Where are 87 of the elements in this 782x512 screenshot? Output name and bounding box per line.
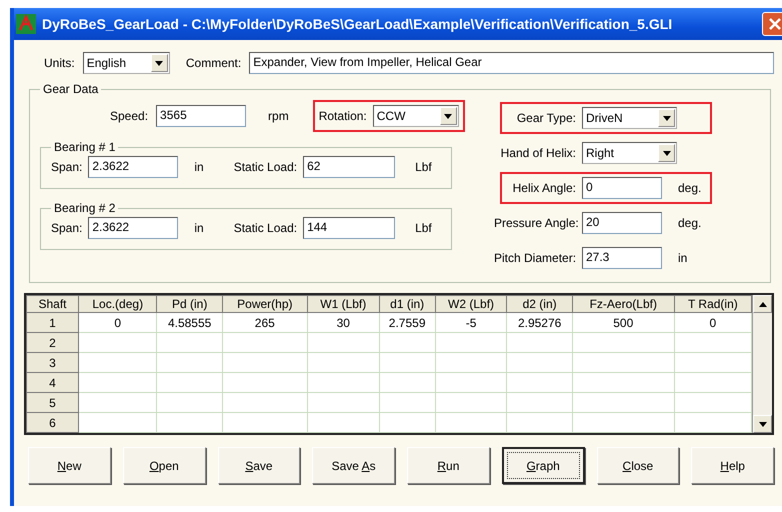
table-cell[interactable]: 500: [572, 312, 674, 332]
dropdown-button[interactable]: [658, 109, 675, 127]
input-field[interactable]: 0: [582, 177, 662, 199]
row-header[interactable]: 3: [26, 352, 78, 372]
action-button[interactable]: Close: [596, 447, 680, 484]
column-header[interactable]: Pd (in): [156, 296, 222, 312]
unit-label: rpm: [268, 109, 289, 123]
field-label: Pitch Diameter:: [494, 251, 576, 265]
span-field[interactable]: 2.3622: [88, 217, 178, 239]
input-field[interactable]: 20: [582, 212, 662, 234]
unit-label: Lbf: [415, 221, 432, 235]
column-header[interactable]: W2 (Lbf): [435, 296, 507, 312]
static-load-field[interactable]: 62: [303, 156, 396, 178]
dropdown-button[interactable]: [440, 107, 457, 125]
field-label: Hand of Helix:: [500, 146, 576, 160]
units-combo[interactable]: English: [82, 52, 170, 74]
unit-label: deg.: [678, 181, 702, 195]
group-title: Bearing # 1: [53, 140, 116, 154]
table-cell[interactable]: 30: [307, 312, 380, 332]
row-header[interactable]: 6: [26, 412, 78, 432]
unit-label: in: [194, 160, 204, 174]
field-label: Rotation:: [318, 109, 367, 123]
app-icon: [16, 14, 36, 34]
group-title: Gear Data: [42, 82, 100, 96]
field-label: Span:: [51, 160, 82, 174]
rotation-combo[interactable]: CCW: [372, 105, 459, 127]
field-label: Static Load:: [234, 160, 298, 174]
column-header[interactable]: Fz-Aero(Lbf): [572, 296, 674, 312]
column-header[interactable]: Power(hp): [222, 296, 308, 312]
row-header[interactable]: 1: [26, 312, 78, 332]
table-cell[interactable]: 2.7559: [379, 312, 436, 332]
unit-label: in: [194, 221, 204, 235]
span-field[interactable]: 2.3622: [88, 156, 178, 178]
action-button[interactable]: Open: [122, 447, 206, 484]
caret-down-icon: [155, 60, 164, 66]
row-header[interactable]: 2: [26, 332, 78, 352]
action-button[interactable]: New: [28, 447, 111, 484]
column-header[interactable]: W1 (Lbf): [307, 296, 380, 312]
column-header[interactable]: d2 (in): [506, 296, 572, 312]
caret-down-icon: [758, 422, 766, 426]
dropdown-field[interactable]: Right: [582, 142, 677, 164]
action-button[interactable]: Help: [691, 447, 774, 484]
column-header[interactable]: Loc.(deg): [78, 296, 157, 312]
static-load-field[interactable]: 144: [303, 217, 396, 239]
table-cell[interactable]: 0: [78, 312, 157, 332]
scroll-up-button[interactable]: [753, 295, 772, 313]
column-header[interactable]: Shaft: [26, 296, 78, 312]
action-button[interactable]: Graph: [502, 447, 584, 484]
table-cell[interactable]: 265: [222, 312, 308, 332]
field-label: Gear Type:: [516, 111, 576, 125]
unit-label: in: [678, 251, 688, 265]
dropdown-field[interactable]: DriveN: [582, 107, 677, 129]
input-field[interactable]: 27.3: [582, 247, 662, 269]
action-button[interactable]: Save As: [312, 447, 395, 484]
field-label: Speed:: [110, 109, 148, 123]
speed-field[interactable]: 3565: [156, 105, 246, 127]
column-header[interactable]: T Rad(in): [674, 296, 752, 312]
table-cell[interactable]: -5: [435, 312, 507, 332]
dropdown-button[interactable]: [658, 144, 675, 162]
caret-up-icon: [758, 302, 766, 306]
field-label: Units:: [44, 56, 75, 70]
action-button[interactable]: Save: [218, 447, 300, 484]
close-icon: [769, 18, 781, 30]
caret-down-icon: [444, 114, 452, 118]
field-label: Pressure Angle:: [494, 216, 576, 230]
unit-label: Lbf: [415, 160, 432, 174]
caret-down-icon: [662, 116, 670, 120]
scroll-down-button[interactable]: [753, 415, 772, 433]
field-label: Comment:: [186, 56, 242, 70]
scrollbar[interactable]: [752, 295, 772, 433]
table-cell[interactable]: 0: [674, 312, 752, 332]
unit-label: deg.: [678, 216, 702, 230]
table-cell[interactable]: 2.95276: [506, 312, 572, 332]
caret-down-icon: [662, 150, 670, 156]
table-cell[interactable]: 4.58555: [156, 312, 222, 332]
action-button[interactable]: Run: [407, 447, 490, 484]
dropdown-button[interactable]: [150, 54, 168, 72]
group-title: Bearing # 2: [53, 201, 116, 215]
close-button[interactable]: [762, 12, 782, 36]
field-label: Span:: [51, 221, 82, 235]
comment-field[interactable]: Expander, View from Impeller, Helical Gear: [249, 52, 774, 74]
column-header[interactable]: d1 (in): [379, 296, 436, 312]
field-label: Helix Angle:: [512, 181, 576, 195]
row-header[interactable]: 4: [26, 372, 78, 392]
window-title: DyRoBeS_GearLoad - C:\MyFolder\DyRoBeS\GearLoad\Example\Verification\Verification_5.GLI: [42, 16, 672, 32]
row-header[interactable]: 5: [26, 392, 78, 412]
field-label: Static Load:: [234, 221, 298, 235]
